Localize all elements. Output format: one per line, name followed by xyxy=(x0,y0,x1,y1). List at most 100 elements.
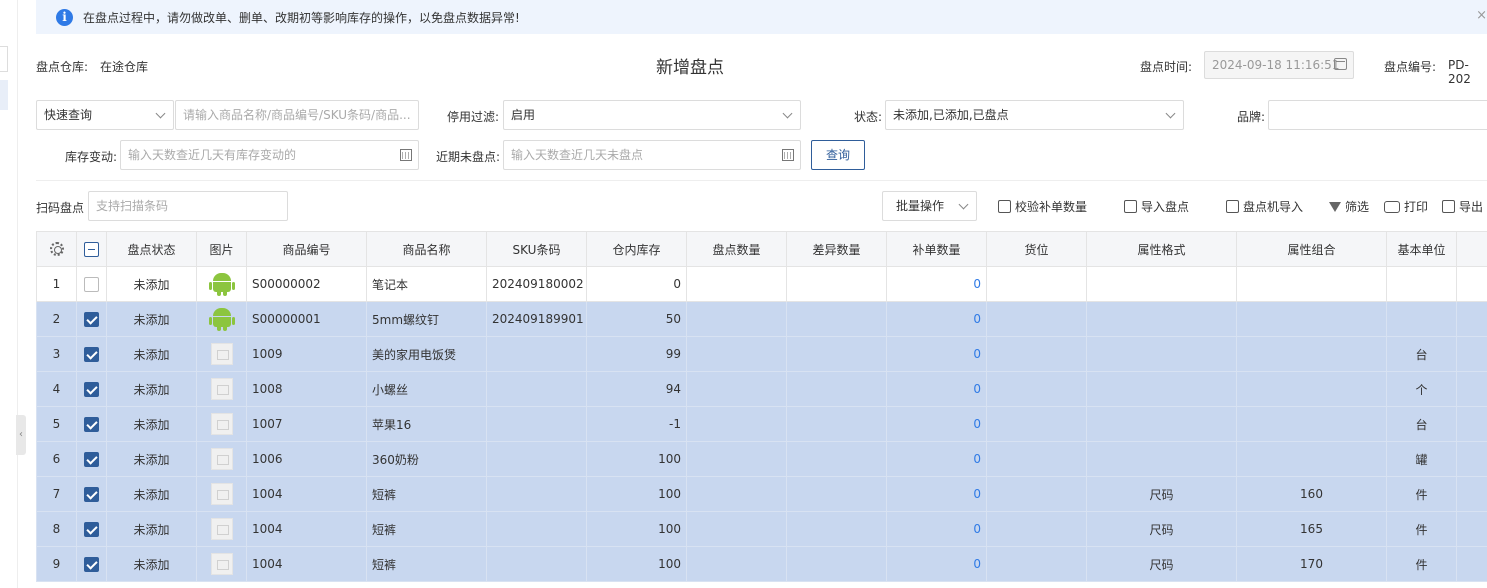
table-row[interactable]: 6 未添加 1006 360奶粉 100 0 罐 xyxy=(36,441,1487,477)
col-unit[interactable]: 基本单位 xyxy=(1386,231,1457,267)
col-supplement[interactable]: 补单数量 xyxy=(886,231,987,267)
code-cell: 1004 xyxy=(246,546,367,582)
more-cell xyxy=(1456,301,1487,337)
table-row[interactable]: 4 未添加 1008 小螺丝 94 0 个 xyxy=(36,371,1487,407)
row-checkbox[interactable] xyxy=(84,311,99,327)
table-row[interactable]: 5 未添加 1007 苹果16 -1 0 台 xyxy=(36,406,1487,442)
count-cell[interactable] xyxy=(686,301,787,337)
row-select[interactable] xyxy=(76,546,107,582)
select-all[interactable] xyxy=(76,231,107,267)
name-cell: 苹果16 xyxy=(366,406,487,442)
supplement-cell: 0 xyxy=(886,476,987,512)
row-select[interactable] xyxy=(76,406,107,442)
count-cell[interactable] xyxy=(686,266,787,302)
col-code[interactable]: 商品编号 xyxy=(246,231,367,267)
row-checkbox[interactable] xyxy=(84,521,99,537)
row-select[interactable] xyxy=(76,511,107,547)
batch-operation-button[interactable]: 批量操作 xyxy=(882,191,977,221)
device-import-button[interactable]: 盘点机导入 xyxy=(1226,198,1303,215)
select-all-checkbox[interactable] xyxy=(84,241,99,257)
diff-cell xyxy=(786,336,887,372)
row-checkbox[interactable] xyxy=(84,416,99,432)
count-cell[interactable] xyxy=(686,476,787,512)
unit-cell: 台 xyxy=(1386,336,1457,372)
brand-select[interactable] xyxy=(1268,100,1487,130)
supplement-cell: 0 xyxy=(886,546,987,582)
row-select[interactable] xyxy=(76,441,107,477)
col-image[interactable]: 图片 xyxy=(196,231,247,267)
col-location[interactable]: 货位 xyxy=(986,231,1087,267)
image-placeholder-icon xyxy=(210,413,233,435)
table-row[interactable]: 1 未添加 S00000002 笔记本 202409180002 0 0 xyxy=(36,266,1487,302)
stock-change-input[interactable]: 输入天数查近几天有库存变动的 xyxy=(120,140,419,170)
chevron-down-icon xyxy=(958,199,969,210)
status-cell: 未添加 xyxy=(106,546,197,582)
sku-cell xyxy=(486,511,587,547)
col-name[interactable]: 商品名称 xyxy=(366,231,487,267)
collapse-handle[interactable]: ‹ xyxy=(16,415,26,455)
check-time-value: 2024-09-18 11:16:51 xyxy=(1212,58,1340,72)
row-select[interactable] xyxy=(76,476,107,512)
code-cell: 1006 xyxy=(246,441,367,477)
quick-query-select[interactable]: 快速查询 xyxy=(36,100,174,130)
row-checkbox[interactable] xyxy=(84,451,99,467)
close-icon[interactable]: × xyxy=(1476,8,1487,23)
check-time-field[interactable]: 2024-09-18 11:16:51 xyxy=(1204,51,1354,79)
col-sku[interactable]: SKU条码 xyxy=(486,231,587,267)
stock-change-placeholder: 输入天数查近几天有库存变动的 xyxy=(128,148,297,162)
image-cell xyxy=(196,406,247,442)
attr-combo-cell: 160 xyxy=(1236,476,1387,512)
print-button[interactable]: 打印 xyxy=(1384,198,1428,215)
scan-input[interactable]: 支持扫描条码 xyxy=(88,191,288,221)
row-checkbox[interactable] xyxy=(84,276,99,292)
count-cell[interactable] xyxy=(686,546,787,582)
image-cell xyxy=(196,336,247,372)
location-cell xyxy=(986,266,1087,302)
col-diff[interactable]: 差异数量 xyxy=(786,231,887,267)
row-select[interactable] xyxy=(76,266,107,302)
search-input[interactable]: 请输入商品名称/商品编号/SKU条码/商品... xyxy=(175,100,419,130)
disable-filter-label: 停用过滤: xyxy=(447,110,500,124)
filter-button[interactable]: 筛选 xyxy=(1329,198,1369,215)
export-button[interactable]: 导出 xyxy=(1442,198,1483,215)
table-row[interactable]: 8 未添加 1004 短裤 100 0 尺码 165 件 xyxy=(36,511,1487,547)
sidebar-selected-tab[interactable] xyxy=(0,80,8,110)
row-checkbox[interactable] xyxy=(84,381,99,397)
row-select[interactable] xyxy=(76,371,107,407)
col-attr-combo[interactable]: 属性组合 xyxy=(1236,231,1387,267)
row-checkbox[interactable] xyxy=(84,486,99,502)
col-attr-format[interactable]: 属性格式 xyxy=(1086,231,1237,267)
attr-format-cell xyxy=(1086,301,1237,337)
attr-combo-cell xyxy=(1236,371,1387,407)
count-cell[interactable] xyxy=(686,371,787,407)
query-button[interactable]: 查询 xyxy=(811,140,865,170)
table-row[interactable]: 3 未添加 1009 美的家用电饭煲 99 0 台 xyxy=(36,336,1487,372)
more-cell xyxy=(1456,476,1487,512)
row-checkbox[interactable] xyxy=(84,346,99,362)
status-cell: 未添加 xyxy=(106,336,197,372)
row-select[interactable] xyxy=(76,301,107,337)
table-row[interactable]: 9 未添加 1004 短裤 100 0 尺码 170 件 xyxy=(36,546,1487,582)
count-cell[interactable] xyxy=(686,336,787,372)
count-cell[interactable] xyxy=(686,441,787,477)
column-settings[interactable] xyxy=(36,231,77,267)
table-row[interactable]: 2 未添加 S00000001 5mm螺纹钉 202409189901 50 0 xyxy=(36,301,1487,337)
supplement-cell: 0 xyxy=(886,511,987,547)
verify-button[interactable]: 校验补单数量 xyxy=(998,198,1087,215)
status-select[interactable]: 未添加,已添加,已盘点 xyxy=(885,100,1184,130)
location-cell xyxy=(986,301,1087,337)
row-checkbox[interactable] xyxy=(84,556,99,572)
import-button[interactable]: 导入盘点 xyxy=(1124,198,1189,215)
sku-cell xyxy=(486,441,587,477)
chevron-down-icon xyxy=(782,108,793,119)
recent-unchecked-input[interactable]: 输入天数查近几天未盘点 xyxy=(503,140,801,170)
col-stock[interactable]: 仓内库存 xyxy=(586,231,687,267)
disable-filter-select[interactable]: 启用 xyxy=(503,100,801,130)
col-count[interactable]: 盘点数量 xyxy=(686,231,787,267)
count-cell[interactable] xyxy=(686,511,787,547)
row-select[interactable] xyxy=(76,336,107,372)
table-row[interactable]: 7 未添加 1004 短裤 100 0 尺码 160 件 xyxy=(36,476,1487,512)
col-status[interactable]: 盘点状态 xyxy=(106,231,197,267)
code-cell: 1007 xyxy=(246,406,367,442)
count-cell[interactable] xyxy=(686,406,787,442)
